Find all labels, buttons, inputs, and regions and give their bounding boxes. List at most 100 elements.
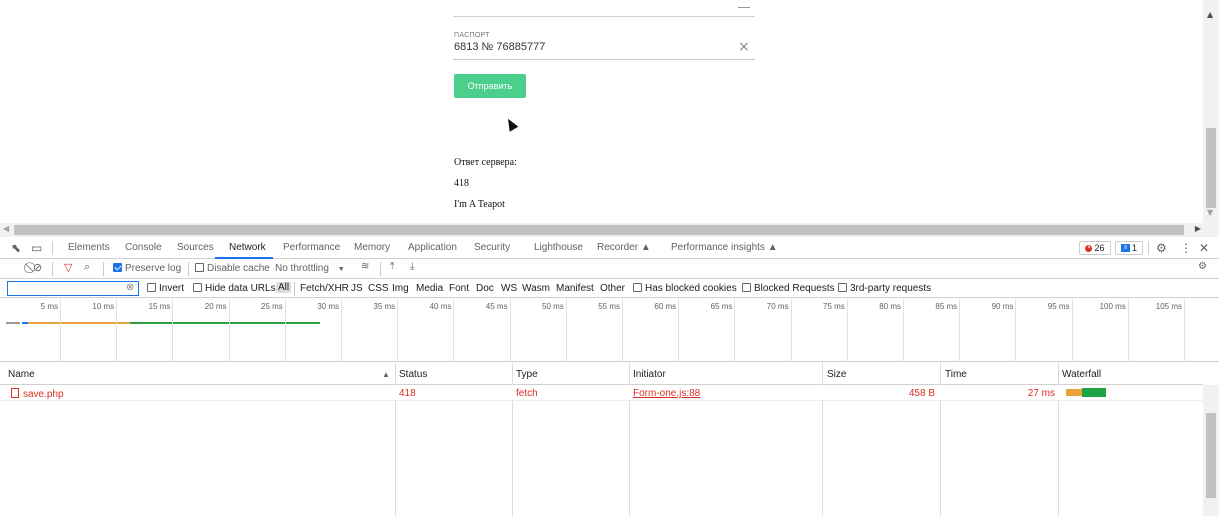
- throttling-value: No throttling: [275, 263, 329, 274]
- third-party-checkbox[interactable]: 3rd-party requests: [838, 283, 931, 294]
- timeline-tick-label: 40 ms: [429, 302, 452, 311]
- filter-icon[interactable]: ▽: [64, 261, 72, 274]
- passport-input[interactable]: 6813 № 76885777: [454, 41, 545, 53]
- tab-security[interactable]: Security: [474, 242, 510, 253]
- request-name[interactable]: save.php: [11, 388, 64, 400]
- scroll-right-icon[interactable]: ▶: [1195, 224, 1201, 233]
- submit-button[interactable]: Отправить: [454, 74, 526, 98]
- timeline-gridline: [622, 299, 623, 362]
- timeline-tick-label: 100 ms: [1099, 302, 1126, 311]
- column-header-type[interactable]: Type: [516, 369, 538, 380]
- error-count-badge[interactable]: × 26: [1079, 241, 1111, 255]
- scroll-left-icon[interactable]: ◀: [3, 224, 9, 233]
- column-header-status[interactable]: Status: [399, 369, 427, 380]
- network-settings-gear-icon[interactable]: ⚙: [1198, 261, 1207, 272]
- previous-field-clear-icon[interactable]: [738, 0, 750, 8]
- network-conditions-icon[interactable]: ≋: [361, 261, 369, 272]
- tab-performance[interactable]: Performance: [283, 242, 340, 253]
- passport-underline: [453, 59, 755, 60]
- page-vertical-scrollbar[interactable]: ▲ ▼: [1203, 0, 1219, 223]
- scroll-up-icon[interactable]: ▲: [1207, 10, 1213, 19]
- third-party-label: 3rd-party requests: [850, 283, 932, 294]
- timeline-gridline: [172, 299, 174, 362]
- device-toolbar-icon[interactable]: ▭: [31, 241, 42, 255]
- checkbox-icon: [633, 283, 642, 292]
- message-count-badge[interactable]: ≡ 1: [1115, 241, 1143, 255]
- hscroll-thumb[interactable]: [14, 225, 1184, 235]
- checkbox-checked-icon: [113, 263, 122, 272]
- timeline-gridline: [565, 299, 567, 362]
- clear-icon[interactable]: ×: [738, 40, 750, 54]
- filter-type-other[interactable]: Other: [600, 283, 625, 294]
- filter-type-manifest[interactable]: Manifest: [556, 283, 594, 294]
- network-timeline-overview[interactable]: 5 ms 10 ms 15 ms 20 ms 25 ms 30 ms 35 ms 40 ms 4…: [0, 299, 1219, 362]
- close-icon[interactable]: ✕: [1199, 241, 1209, 255]
- filter-type-all[interactable]: All: [276, 282, 292, 293]
- devtools-tabbar: ⬉ ▭ Elements Console Sources Network Per…: [0, 237, 1219, 259]
- table-row[interactable]: save.php 418 fetch Form-one.js:88 458 B …: [0, 385, 1203, 401]
- hide-data-urls-checkbox[interactable]: Hide data URLs: [193, 283, 276, 294]
- import-har-icon[interactable]: ⤒: [390, 261, 394, 272]
- request-time: 27 ms: [1027, 388, 1055, 399]
- settings-gear-icon[interactable]: ⚙: [1156, 241, 1167, 255]
- clear-circle-icon[interactable]: ⊘: [33, 261, 42, 274]
- throttling-select[interactable]: No throttling ▼: [275, 263, 345, 274]
- tab-application[interactable]: Application: [408, 242, 457, 253]
- filter-type-doc[interactable]: Doc: [476, 283, 494, 294]
- filter-type-ws[interactable]: WS: [501, 283, 517, 294]
- tab-sources[interactable]: Sources: [177, 242, 214, 253]
- table-vertical-scrollbar[interactable]: [1203, 385, 1219, 516]
- scroll-down-icon[interactable]: ▼: [1207, 208, 1213, 217]
- timeline-gridline: [846, 299, 848, 362]
- divider: [294, 282, 295, 296]
- disable-cache-checkbox[interactable]: Disable cache: [195, 263, 270, 274]
- filter-type-font[interactable]: Font: [449, 283, 469, 294]
- request-initiator-link[interactable]: Form-one.js:88: [633, 388, 700, 399]
- tab-elements[interactable]: Elements: [68, 242, 110, 253]
- export-har-icon[interactable]: ⤓: [410, 261, 414, 272]
- filter-type-wasm[interactable]: Wasm: [522, 283, 550, 294]
- search-icon[interactable]: ⌕: [84, 261, 90, 274]
- blocked-requests-checkbox[interactable]: Blocked Requests: [742, 283, 835, 294]
- has-blocked-cookies-checkbox[interactable]: Has blocked cookies: [633, 283, 737, 294]
- tab-memory[interactable]: Memory: [354, 242, 390, 253]
- table-scroll-thumb[interactable]: [1206, 413, 1216, 498]
- tab-recorder[interactable]: Recorder ▲: [597, 242, 651, 253]
- response-heading: Ответ сервера:: [454, 157, 517, 168]
- inspect-element-icon[interactable]: ⬉: [11, 241, 21, 255]
- column-header-size[interactable]: Size: [827, 369, 846, 380]
- filter-type-js[interactable]: JS: [351, 283, 363, 294]
- timeline-bar-queue: [6, 322, 20, 324]
- request-type: fetch: [516, 388, 538, 399]
- timeline-tick-label: 10 ms: [92, 302, 115, 311]
- filter-input[interactable]: [7, 281, 139, 296]
- filter-type-css[interactable]: CSS: [368, 283, 389, 294]
- more-options-icon[interactable]: ⋮: [1180, 241, 1192, 255]
- tab-network[interactable]: Network: [229, 242, 266, 253]
- timeline-bar-download: [130, 322, 320, 324]
- filter-type-img[interactable]: Img: [392, 283, 409, 294]
- filter-type-fetch-xhr[interactable]: Fetch/XHR: [300, 283, 349, 294]
- timeline-tick-label: 80 ms: [879, 302, 901, 311]
- preserve-log-checkbox[interactable]: Preserve log: [113, 263, 181, 274]
- timeline-gridline: [903, 299, 904, 362]
- tab-console[interactable]: Console: [125, 242, 162, 253]
- invert-checkbox[interactable]: Invert: [147, 283, 184, 294]
- mouse-cursor-icon: [503, 116, 519, 132]
- divider: [380, 262, 381, 276]
- column-header-initiator[interactable]: Initiator: [633, 369, 666, 380]
- network-requests-table: Name ▲ Status Type Initiator Size Time W…: [0, 363, 1219, 516]
- column-header-time[interactable]: Time: [945, 369, 967, 380]
- page-horizontal-scrollbar[interactable]: ◀ ▶: [0, 223, 1219, 237]
- filter-type-media[interactable]: Media: [416, 283, 443, 294]
- timeline-gridline: [341, 299, 342, 362]
- timeline-tick-label: 35 ms: [373, 302, 396, 311]
- timeline-tick-label: 65 ms: [710, 302, 733, 311]
- tab-lighthouse[interactable]: Lighthouse: [534, 242, 583, 253]
- filter-clear-icon[interactable]: ⊗: [126, 282, 134, 293]
- scroll-thumb[interactable]: [1206, 128, 1216, 208]
- tab-performance-insights[interactable]: Performance insights ▲: [671, 242, 778, 253]
- column-header-waterfall[interactable]: Waterfall: [1062, 369, 1101, 380]
- column-header-name[interactable]: Name: [8, 369, 35, 380]
- request-name-text: save.php: [23, 389, 64, 400]
